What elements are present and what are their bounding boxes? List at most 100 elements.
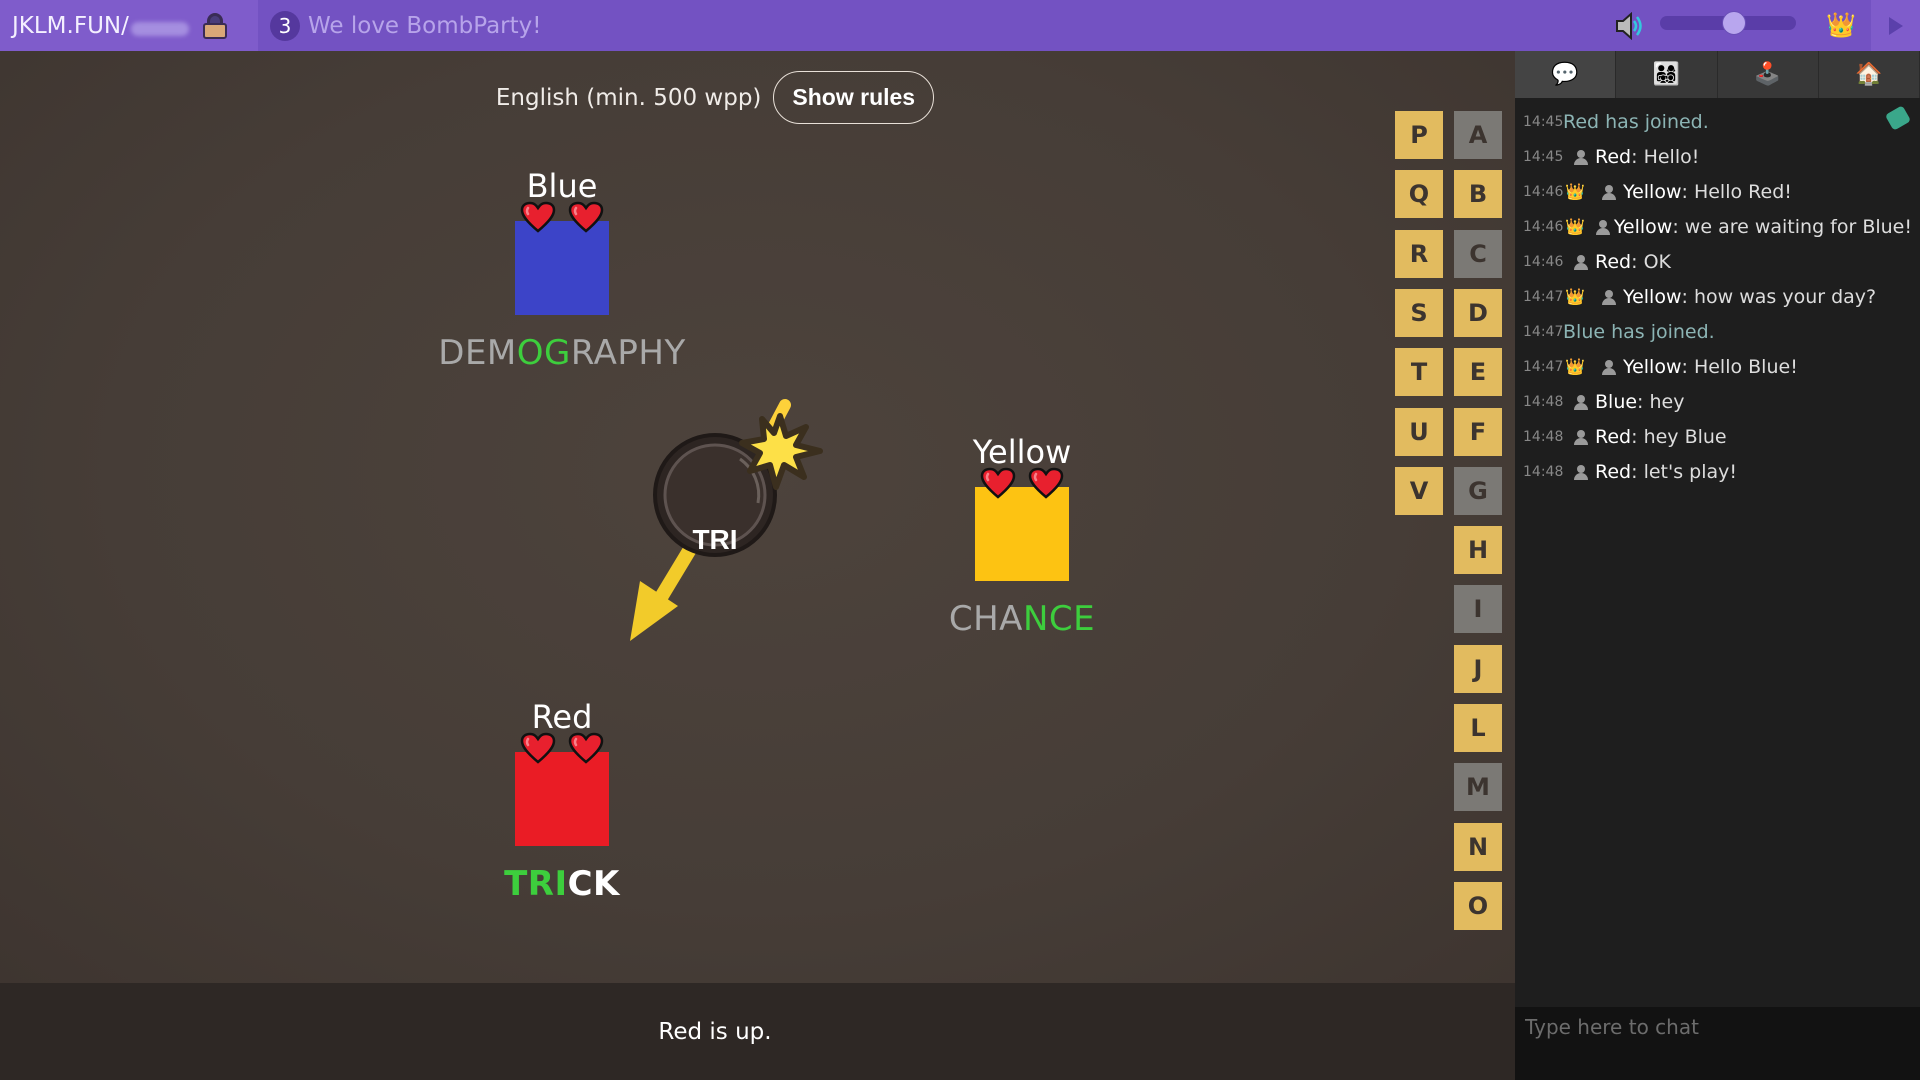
room-name: We love BombParty!	[308, 12, 542, 39]
room-code-hidden	[130, 21, 189, 36]
volume-slider[interactable]	[1660, 11, 1796, 35]
player-name: Blue	[526, 167, 598, 205]
word-segment: OG	[516, 333, 571, 373]
word-segment: DEM	[438, 333, 517, 373]
message-author[interactable]: Red	[1595, 461, 1631, 483]
message-time: 14:45	[1523, 113, 1564, 130]
word-segment: CHA	[948, 599, 1023, 639]
chat-message: 14:48 Red: hey Blue	[1523, 419, 1912, 454]
message-author[interactable]: Red	[1595, 426, 1631, 448]
site-name: JKLM.FUN/	[12, 12, 129, 39]
dictionary-label: English (min. 500 wpp)	[495, 84, 762, 111]
message-time: 14:46	[1523, 253, 1564, 270]
user-icon	[1573, 254, 1589, 270]
bonus-letter-v: V	[1395, 466, 1443, 515]
tab-game[interactable]: 🕹️	[1718, 51, 1819, 98]
word-segment: CK	[567, 864, 620, 904]
message-separator: :	[1631, 460, 1644, 483]
user-icon	[1595, 219, 1611, 235]
message-separator: :	[1681, 180, 1694, 203]
message-author[interactable]: Yellow	[1623, 181, 1682, 203]
player-yellow: Yellow CHANCE	[892, 433, 1152, 639]
chat-message: 14:45 Red: Hello!	[1523, 139, 1912, 174]
message-author[interactable]: Yellow	[1623, 286, 1682, 308]
tab-home[interactable]: 🏠	[1819, 51, 1920, 98]
message-separator: :	[1681, 285, 1694, 308]
game-icon: 🕹️	[1753, 62, 1782, 87]
message-time: 14:48	[1523, 463, 1564, 480]
message-author[interactable]: Yellow	[1614, 216, 1673, 238]
crown-icon: 👑	[1565, 217, 1585, 236]
show-rules-button[interactable]: Show rules	[773, 71, 935, 124]
message-separator: :	[1631, 425, 1644, 448]
bonus-letter-h: H	[1454, 526, 1502, 575]
player-word: DEMOGRAPHY	[432, 333, 692, 373]
user-icon	[1601, 289, 1617, 305]
message-time: 14:45	[1523, 148, 1564, 165]
user-icon	[1573, 464, 1589, 480]
syllable: TRI	[692, 524, 738, 555]
user-icon	[1573, 429, 1589, 445]
lives	[515, 201, 609, 233]
bonus-letter-p: P	[1395, 111, 1443, 159]
bonus-letter-g: G	[1454, 466, 1502, 515]
message-author[interactable]: Blue	[1595, 391, 1637, 413]
sidebar-tabs: 💬 👨‍👩‍👧‍👦 🕹️ 🏠	[1515, 51, 1920, 98]
turn-arrow	[630, 537, 701, 641]
message-author[interactable]: Yellow	[1623, 356, 1682, 378]
bonus-letter-m: M	[1454, 763, 1502, 812]
chat-input-area	[1515, 1007, 1920, 1080]
word-segment: TRI	[504, 864, 568, 904]
message-time: 14:47	[1523, 323, 1564, 340]
room-code[interactable]: JKLM.FUN/	[0, 0, 258, 51]
chat-message: 14:46 Red: OK	[1523, 244, 1912, 279]
player-avatar-wrap	[515, 732, 609, 846]
heart-icon	[568, 201, 604, 233]
chat-input[interactable]	[1515, 1007, 1920, 1047]
crown-icon: 👑	[1565, 357, 1585, 376]
message-text: let's play!	[1643, 460, 1737, 483]
crown-icon[interactable]: 👑	[1826, 11, 1856, 39]
system-message: Blue has joined.	[1563, 320, 1715, 343]
toggle-sidebar-button[interactable]	[1871, 0, 1920, 51]
chat-log: 14:45 Red has joined. 14:45 Red: Hello! 14:4…	[1515, 98, 1920, 495]
message-text: hey	[1649, 390, 1685, 413]
rules-line: English (min. 500 wpp) Show rules	[0, 71, 1430, 124]
message-text: OK	[1643, 250, 1671, 273]
chat-message: 14:46 👑 Yellow: Hello Red!	[1523, 174, 1912, 209]
lives	[975, 467, 1069, 499]
message-text: hey Blue	[1643, 425, 1727, 448]
bonus-letter-s: S	[1395, 288, 1443, 337]
heart-icon	[520, 201, 556, 233]
tab-players[interactable]: 👨‍👩‍👧‍👦	[1616, 51, 1718, 98]
message-time: 14:46	[1523, 218, 1564, 235]
user-icon	[1601, 184, 1617, 200]
heart-icon	[980, 467, 1016, 499]
chat-message: 14:48 Red: let's play!	[1523, 454, 1912, 489]
message-separator: :	[1681, 355, 1694, 378]
bonus-letter-u: U	[1395, 407, 1443, 456]
player-red: Red TRICK	[432, 698, 692, 904]
bonus-letter-d: D	[1454, 288, 1502, 337]
message-separator: :	[1631, 145, 1644, 168]
speaker-icon[interactable]	[1614, 12, 1644, 40]
message-author[interactable]: Red	[1595, 146, 1631, 168]
chat-icon: 💬	[1551, 62, 1579, 87]
bonus-letter-b: B	[1454, 170, 1502, 219]
bonus-letter-f: F	[1454, 407, 1502, 456]
bonus-letter-a: A	[1454, 111, 1502, 159]
player-avatar-wrap	[975, 467, 1069, 581]
user-icon	[1573, 149, 1589, 165]
message-text: Hello Red!	[1693, 180, 1792, 203]
message-separator: :	[1631, 250, 1644, 273]
message-separator: :	[1637, 390, 1650, 413]
turn-status: Red is up.	[658, 1018, 772, 1045]
tab-chat[interactable]: 💬	[1515, 51, 1617, 98]
message-author[interactable]: Red	[1595, 251, 1631, 273]
message-time: 14:48	[1523, 393, 1564, 410]
lock-icon[interactable]	[202, 12, 227, 39]
sidebar: 💬 👨‍👩‍👧‍👦 🕹️ 🏠 14:45 Red has joined. 14:45 Red…	[1515, 51, 1920, 1080]
message-time: 14:47	[1523, 288, 1564, 305]
message-time: 14:47	[1523, 358, 1564, 375]
volume-slider-thumb[interactable]	[1721, 11, 1746, 35]
